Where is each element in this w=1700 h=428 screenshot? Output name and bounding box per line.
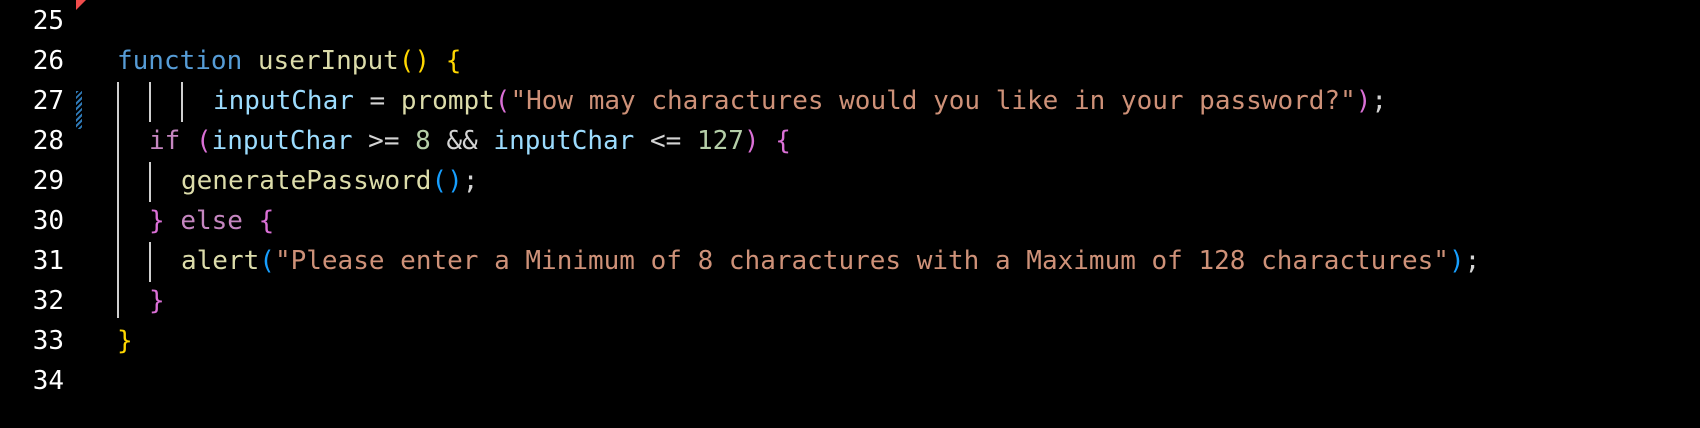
number-token: 127 (696, 126, 744, 156)
variable-token: inputChar (493, 126, 635, 156)
brace-token: } (117, 326, 133, 356)
code-line[interactable]: 25 (0, 0, 1700, 43)
line-number: 28 (32, 126, 64, 156)
code-text: alert("Please enter a Minimum of 8 chara… (181, 240, 1480, 283)
paren-token: ) (1355, 86, 1372, 116)
line-number: 29 (32, 166, 64, 196)
code-line[interactable]: 26 function userInput() { (0, 40, 1700, 83)
paren-token: ) (743, 126, 760, 156)
line-number: 31 (32, 246, 64, 276)
brace-token: { (445, 46, 462, 76)
line-number: 33 (32, 326, 64, 356)
function-call-token: prompt (400, 86, 495, 116)
code-line[interactable]: 29 generatePassword(); (0, 160, 1700, 203)
code-line[interactable]: 27 inputChar = prompt("How may charactur… (0, 80, 1700, 123)
code-text: function userInput() { (117, 40, 461, 83)
code-text: generatePassword(); (181, 160, 478, 203)
paren-token: ( (494, 86, 511, 116)
brace-token: { (775, 126, 791, 156)
operator-token: && (446, 126, 478, 156)
code-text: if (inputChar >= 8 && inputChar <= 127) … (149, 120, 791, 163)
brace-token: } (149, 206, 165, 236)
paren-token: () (431, 166, 463, 196)
line-number: 30 (32, 206, 64, 236)
code-line[interactable]: 34 (0, 360, 1700, 403)
semicolon-token: ; (1464, 246, 1481, 276)
code-text: inputChar = prompt("How may charactures … (213, 80, 1387, 123)
operator-token: >= (368, 126, 400, 156)
brace-token: { (258, 206, 275, 236)
variable-token: inputChar (211, 126, 353, 156)
code-line[interactable]: 30 } else { (0, 200, 1700, 243)
operator-token: = (369, 86, 386, 116)
paren-token: ( (195, 126, 212, 156)
string-token: "How may charactures would you like in y… (510, 86, 1356, 116)
keyword-token: function (117, 46, 243, 76)
operator-token: <= (649, 126, 682, 156)
keyword-token: else (180, 206, 243, 236)
line-number: 26 (32, 46, 64, 76)
code-line[interactable]: 32 } (0, 280, 1700, 323)
semicolon-token: ; (462, 166, 479, 196)
paren-token: ) (1448, 246, 1465, 276)
code-editor[interactable]: 25 26 function userInput() { 27 inputCha… (0, 0, 1700, 428)
paren-token: ( (259, 246, 275, 276)
function-call-token: alert (181, 246, 260, 276)
code-line[interactable]: 31 alert("Please enter a Minimum of 8 ch… (0, 240, 1700, 283)
line-number: 25 (32, 6, 64, 36)
brace-token: } (149, 286, 165, 316)
number-token: 8 (415, 126, 431, 156)
code-text: } (149, 280, 165, 323)
code-line[interactable]: 33 } (0, 320, 1700, 363)
string-token: "Please enter a Minimum of 8 charactures… (274, 246, 1449, 276)
line-number: 27 (32, 86, 64, 116)
variable-token: inputChar (213, 86, 354, 116)
semicolon-token: ; (1371, 86, 1388, 116)
code-text: } else { (149, 200, 274, 243)
line-number: 34 (32, 366, 64, 396)
keyword-token: if (149, 126, 181, 156)
paren-token: () (398, 46, 431, 76)
function-call-token: generatePassword (181, 166, 432, 196)
code-line[interactable]: 28 if (inputChar >= 8 && inputChar <= 12… (0, 120, 1700, 163)
line-number: 32 (32, 286, 64, 316)
code-text: } (117, 320, 133, 363)
function-name-token: userInput (257, 46, 399, 76)
